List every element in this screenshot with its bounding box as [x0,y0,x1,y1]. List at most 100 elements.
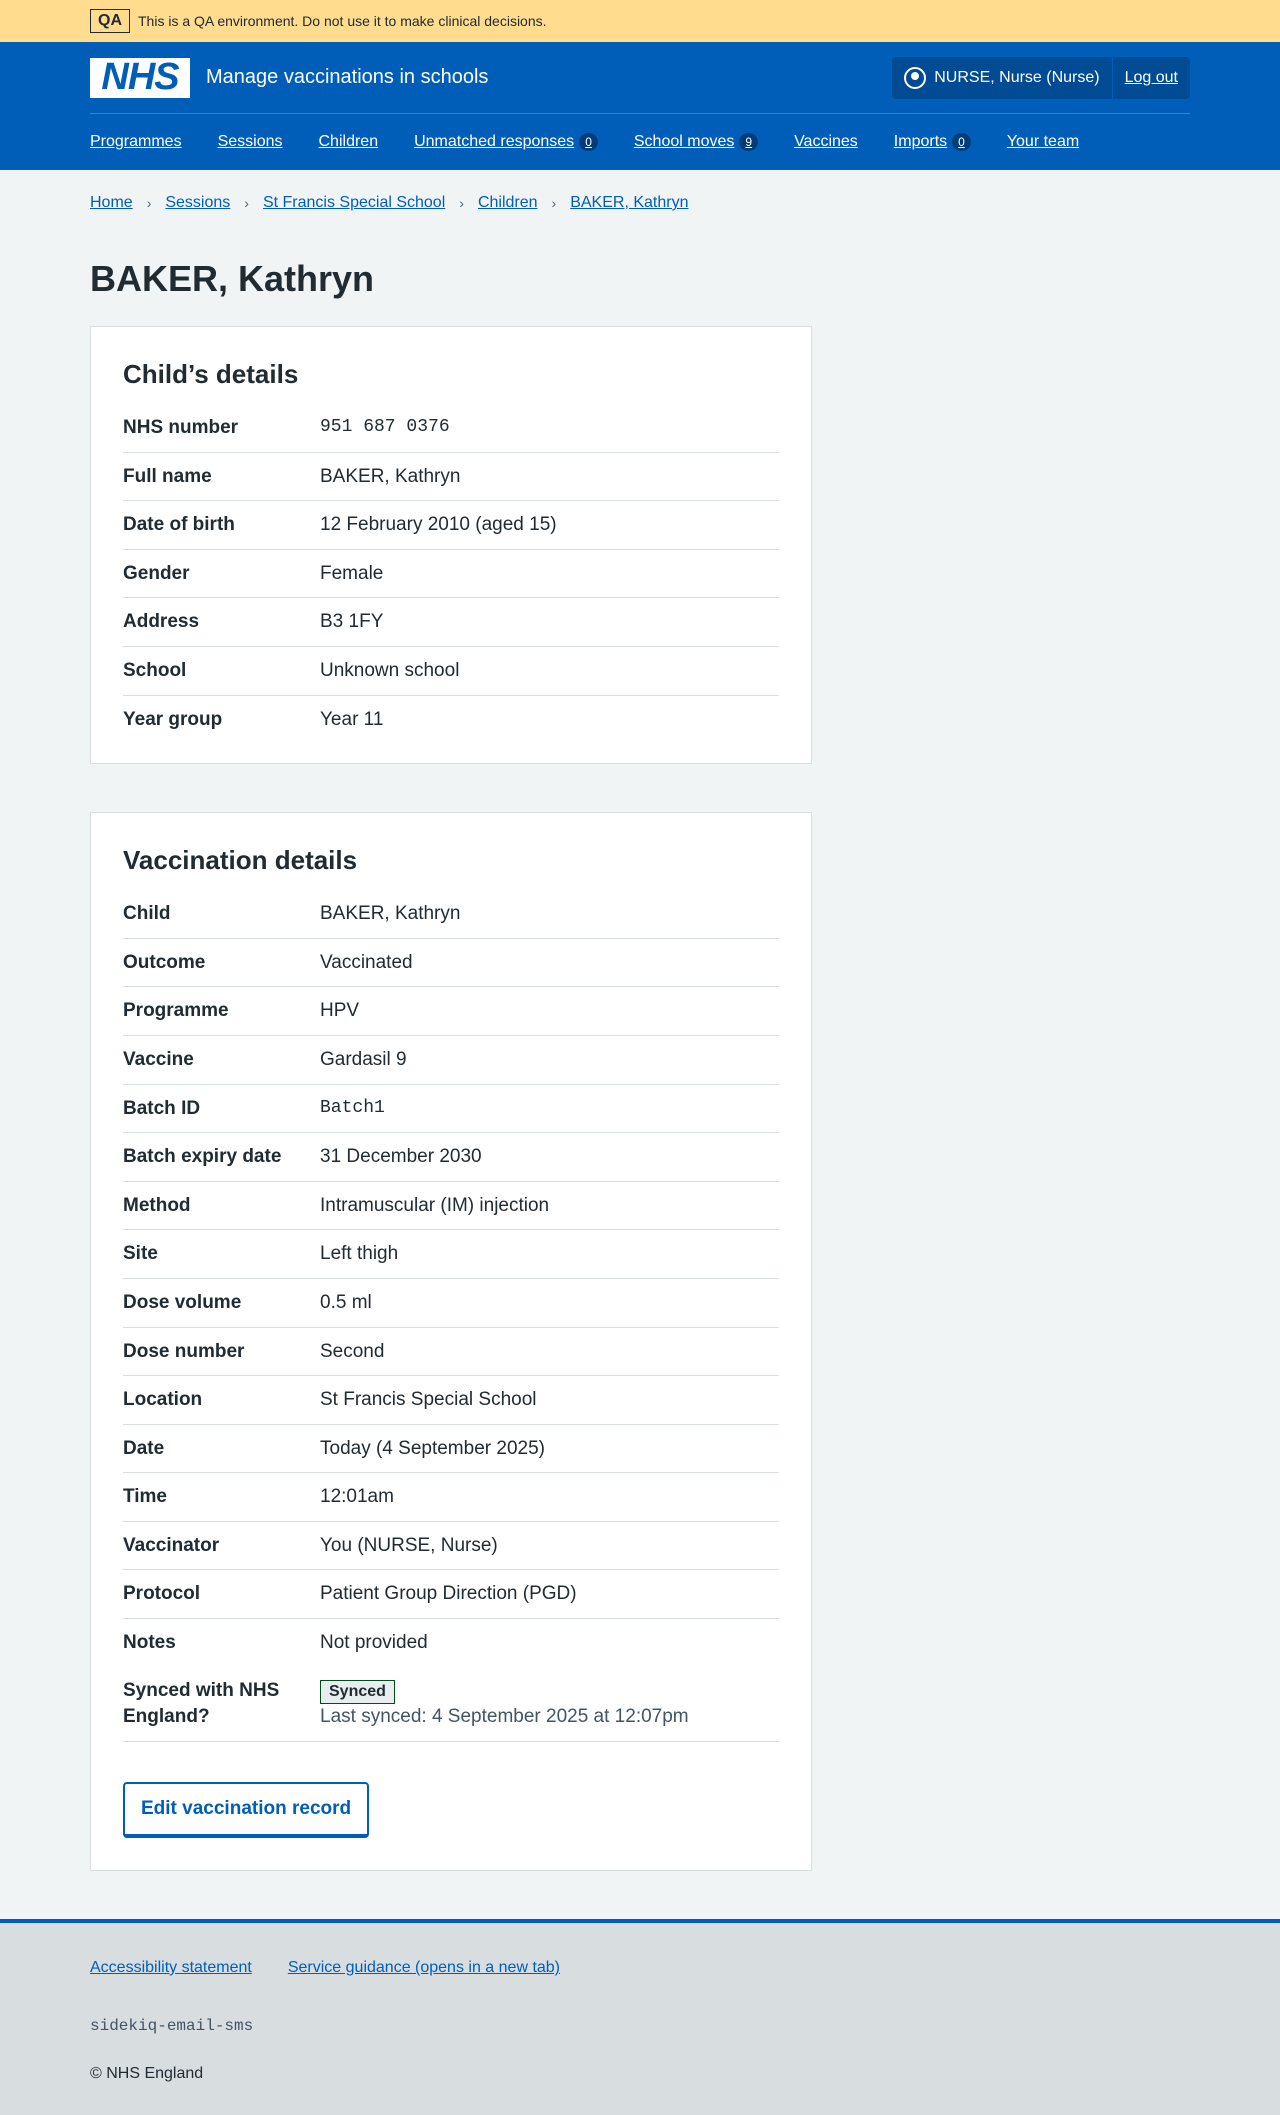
accessibility-statement-link[interactable]: Accessibility statement [90,1959,252,1977]
nav-school-moves[interactable]: School moves 9 [634,132,759,151]
nav-children[interactable]: Children [319,133,379,151]
summary-row: Vaccine Gardasil 9 [123,1036,779,1085]
page-title: BAKER, Kathryn [90,258,375,299]
copyright: © NHS England [90,2064,204,2082]
summary-row: Address B3 1FY [123,598,779,647]
account: NURSE, Nurse (Nurse) Log out [892,56,1190,99]
row-key: Date [123,1437,165,1459]
count-badge: 0 [952,132,971,151]
row-key: Method [123,1194,191,1216]
row-value: Patient Group Direction (PGD) [320,1583,577,1605]
row-value: Gardasil 9 [320,1048,407,1070]
summary-row: Gender Female [123,550,779,599]
breadcrumb-child[interactable]: BAKER, Kathryn [570,194,688,212]
row-key: Notes [123,1632,176,1654]
chevron-right-icon: › [551,195,557,211]
breadcrumb-session[interactable]: St Francis Special School [263,194,445,212]
nav-imports[interactable]: Imports 0 [894,132,971,151]
summary-row: Programme HPV [123,987,779,1036]
nav-sessions[interactable]: Sessions [218,133,283,151]
summary-row: Year group Year 11 [123,696,779,744]
nav-programmes[interactable]: Programmes [90,133,182,151]
row-value: 951 687 0376 [320,417,450,437]
qa-tag: QA [90,9,130,33]
qa-message: This is a QA environment. Do not use it … [138,13,547,29]
logout-link[interactable]: Log out [1113,69,1190,87]
row-value: Second [320,1340,385,1362]
row-key: Outcome [123,951,206,973]
summary-row: Dose volume 0.5 ml [123,1279,779,1328]
summary-row: Batch expiry date 31 December 2030 [123,1133,779,1182]
summary-row: Protocol Patient Group Direction (PGD) [123,1570,779,1620]
row-key: Date of birth [123,514,235,536]
row-value: Not provided [320,1632,428,1654]
row-value: B3 1FY [320,611,384,633]
row-key: Gender [123,562,190,584]
summary-row: Date of birth 12 February 2010 (aged 15) [123,501,779,550]
row-value: Year 11 [320,708,384,730]
nav-unmatched-responses[interactable]: Unmatched responses 0 [414,132,598,151]
environment-name: sidekiq-email-sms [90,2016,254,2035]
chevron-right-icon: › [244,195,249,211]
row-value: Unknown school [320,659,460,681]
row-key: Location [123,1389,203,1411]
breadcrumb-home[interactable]: Home [90,194,133,212]
row-value: You (NURSE, Nurse) [320,1534,498,1556]
summary-row: Notes Not provided [123,1619,779,1667]
summary-row: Batch ID Batch1 [123,1085,779,1134]
row-value: BAKER, Kathryn [320,465,461,487]
count-badge: 9 [739,132,759,151]
row-key: Protocol [123,1583,201,1605]
row-value: St Francis Special School [320,1389,537,1411]
breadcrumb-sessions[interactable]: Sessions [165,194,230,212]
summary-row: Site Left thigh [123,1230,779,1279]
synced-tag: Synced [320,1679,395,1705]
summary-row: Child BAKER, Kathryn [123,890,779,939]
row-value: 0.5 ml [320,1291,372,1313]
row-value: Female [320,562,384,584]
row-key: Batch expiry date [123,1146,282,1168]
chevron-right-icon: › [146,195,152,211]
count-badge: 0 [579,132,598,151]
card-heading: Vaccination details [123,845,358,876]
row-key: Site [123,1243,158,1265]
row-key: Address [123,611,200,633]
row-value: 12 February 2010 (aged 15) [320,514,557,536]
summary-row: Vaccinator You (NURSE, Nurse) [123,1522,779,1571]
row-key: Child [123,903,171,925]
summary-row-synced: Synced with NHS England? Synced Last sync… [123,1667,779,1742]
breadcrumb-children[interactable]: Children [478,194,538,212]
row-key: Time [123,1486,168,1508]
nav-vaccines[interactable]: Vaccines [794,133,858,151]
footer: Accessibility statement Service guidance… [0,1918,1280,2115]
user-name: NURSE, Nurse (Nurse) [934,68,1100,86]
row-key: Dose number [123,1340,245,1362]
qa-banner: QA This is a QA environment. Do not use … [0,0,1280,42]
service-name[interactable]: Manage vaccinations in schools [206,66,488,89]
row-value: 12:01am [320,1486,394,1508]
nav-your-team[interactable]: Your team [1007,133,1079,151]
row-value: Batch1 [320,1097,385,1118]
header: NHS Manage vaccinations in schools NURSE… [0,42,1280,170]
breadcrumb: Home › Sessions › St Francis Special Schoo… [90,194,1190,212]
summary-row: NHS number 951 687 0376 [123,404,779,453]
row-key: Programme [123,1000,229,1022]
primary-nav: Programmes Sessions Children Unmatched r… [90,114,1190,169]
last-synced: Last synced: 4 September 2025 at 12:07pm [320,1706,689,1728]
row-key: Dose volume [123,1291,242,1313]
nhs-logo[interactable]: NHS [90,56,190,98]
row-value: BAKER, Kathryn [320,903,461,925]
service-guidance-link[interactable]: Service guidance (opens in a new tab) [288,1959,560,1977]
row-key: Batch ID [123,1097,201,1119]
row-value: Vaccinated [320,951,413,973]
card-heading: Child’s details [123,359,299,389]
summary-row: Full name BAKER, Kathryn [123,453,779,502]
summary-row: Method Intramuscular (IM) injection [123,1182,779,1231]
summary-row: Location St Francis Special School [123,1376,779,1425]
user-icon [904,66,927,89]
edit-vaccination-record-button[interactable]: Edit vaccination record [123,1781,370,1838]
row-value: Intramuscular (IM) injection [320,1194,550,1216]
summary-row: Dose number Second [123,1328,779,1377]
row-key: School [123,659,187,681]
summary-row: Outcome Vaccinated [123,939,779,988]
